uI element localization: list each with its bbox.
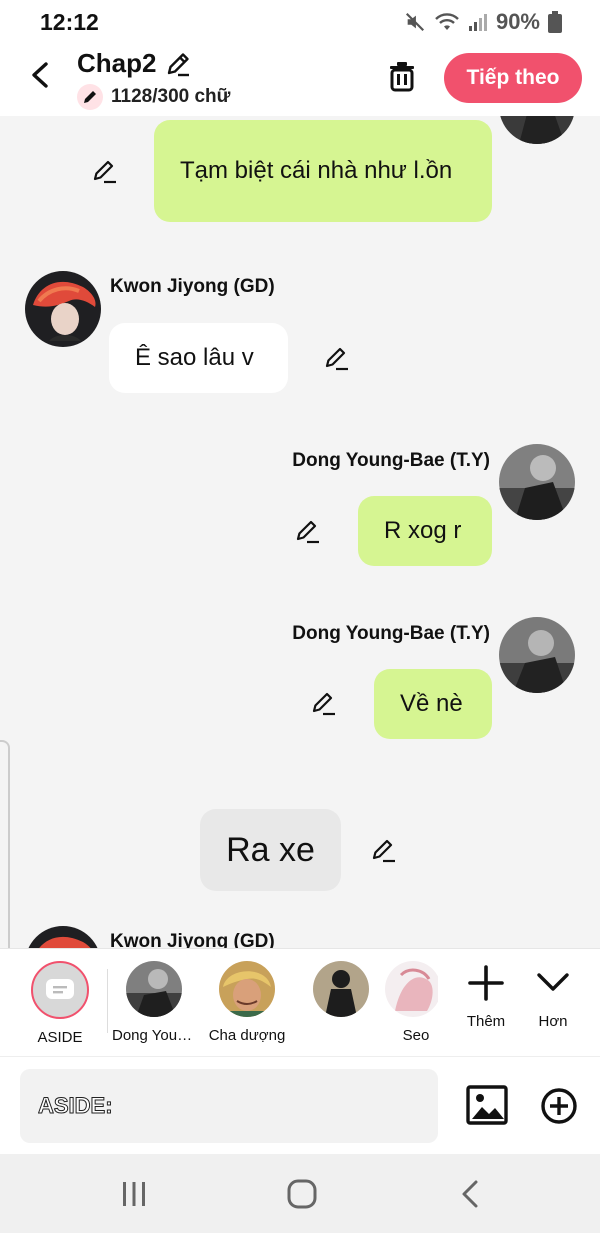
- back-button[interactable]: [22, 58, 56, 92]
- status-time: 12:12: [40, 8, 99, 35]
- compose-bar: [0, 1056, 600, 1154]
- add-character-button[interactable]: Thêm: [466, 961, 506, 1030]
- word-count-text: 1128/300 chữ: [111, 86, 231, 107]
- signal-icon: [468, 14, 487, 31]
- pencil-icon: [372, 839, 395, 863]
- avatar[interactable]: [499, 444, 575, 520]
- battery-percent: 90%: [495, 9, 540, 34]
- chapter-title-group[interactable]: Chap2: [77, 48, 192, 79]
- system-nav-bar: [0, 1154, 600, 1233]
- chevron-down-icon: [537, 973, 569, 991]
- pencil-badge-icon: [77, 84, 103, 110]
- character-avatar: [313, 961, 369, 1017]
- edit-message-button[interactable]: [295, 518, 321, 544]
- character-avatar: [385, 961, 438, 1017]
- plus-icon: [468, 965, 504, 1001]
- edit-message-button[interactable]: [324, 345, 350, 371]
- recent-apps-icon: [123, 1182, 145, 1206]
- character-dong-young-bae[interactable]: Dong Young-Bae (T.Y): [109, 961, 199, 1044]
- image-icon: [466, 1085, 508, 1125]
- sender-name: Kwon Jiyong (GD): [110, 276, 275, 297]
- back-chevron-icon: [462, 1180, 478, 1208]
- edit-title-icon[interactable]: [164, 50, 192, 78]
- sender-name: Dong Young-Bae (T.Y): [292, 623, 490, 644]
- home-icon: [287, 1179, 317, 1209]
- aside-avatar: [31, 961, 89, 1019]
- tool-label: Thêm: [466, 1013, 506, 1030]
- message-input[interactable]: [20, 1069, 438, 1143]
- character-label: ASIDE: [37, 1029, 83, 1046]
- battery-icon: [548, 11, 562, 33]
- divider: [107, 969, 108, 1033]
- home-button[interactable]: [282, 1176, 322, 1212]
- status-bar: 12:12 90%: [0, 0, 600, 44]
- collapse-button[interactable]: Hơn: [535, 961, 571, 1030]
- wifi-icon: [435, 13, 459, 30]
- character-picker: ASIDE Dong Young-Bae (T.Y) Cha dượng Seo…: [0, 948, 600, 1056]
- chat-area[interactable]: Tạm biệt cái nhà như l.ồn Kwon Jiyong (G…: [0, 116, 600, 948]
- message-text: R xog r: [384, 517, 462, 544]
- character-label: Cha dượng: [208, 1027, 286, 1044]
- character-avatar: [126, 961, 182, 1017]
- side-drawer-handle[interactable]: [0, 740, 10, 970]
- message-bubble[interactable]: Về nè: [374, 669, 492, 739]
- back-arrow-icon: [32, 62, 48, 88]
- character-seo[interactable]: Seo: [376, 961, 438, 1044]
- status-icons: 90%: [404, 9, 562, 35]
- add-options-button[interactable]: [540, 1087, 578, 1125]
- recent-apps-button[interactable]: [114, 1176, 154, 1212]
- mute-icon: [405, 12, 424, 32]
- pencil-icon: [312, 692, 335, 716]
- word-count: 1128/300 chữ: [77, 84, 230, 110]
- avatar[interactable]: [499, 116, 575, 144]
- message-bubble[interactable]: R xog r: [358, 496, 492, 566]
- message-bubble[interactable]: Ê sao lâu v: [109, 323, 288, 393]
- aside-bubble[interactable]: Ra xe: [200, 809, 341, 891]
- tool-label: Hơn: [538, 1013, 568, 1030]
- delete-button[interactable]: [386, 60, 418, 92]
- message-text: Ê sao lâu v: [135, 344, 254, 371]
- character-silhouette[interactable]: [296, 961, 386, 1027]
- edit-message-button[interactable]: [311, 690, 337, 716]
- pencil-icon: [93, 160, 116, 184]
- chapter-title: Chap2: [77, 48, 157, 78]
- chat-bubble-icon: [46, 979, 74, 999]
- edit-message-button[interactable]: [92, 158, 118, 184]
- editor-header: Chap2 1128/300 chữ Tiếp theo: [0, 44, 600, 116]
- plus-circle-icon: [541, 1088, 577, 1124]
- sender-name: Kwon Jiyong (GD): [110, 931, 275, 948]
- avatar[interactable]: [25, 926, 101, 948]
- avatar[interactable]: [499, 617, 575, 693]
- next-button[interactable]: Tiếp theo: [444, 53, 582, 103]
- message-text: Về nè: [400, 690, 463, 717]
- system-back-button[interactable]: [450, 1176, 490, 1212]
- character-label: Seo: [402, 1027, 430, 1044]
- character-cha-duong[interactable]: Cha dượng: [202, 961, 292, 1044]
- attach-image-button[interactable]: [466, 1085, 508, 1125]
- pencil-icon: [325, 347, 348, 371]
- avatar[interactable]: [25, 271, 101, 347]
- character-avatar: [219, 961, 275, 1017]
- edit-message-button[interactable]: [371, 837, 397, 863]
- character-label: Dong Young-Bae (T.Y): [112, 1027, 196, 1044]
- trash-icon: [390, 62, 414, 92]
- pencil-icon: [296, 520, 319, 544]
- character-aside[interactable]: ASIDE: [15, 961, 105, 1046]
- message-bubble[interactable]: Tạm biệt cái nhà như l.ồn: [154, 120, 492, 222]
- aside-text: Ra xe: [226, 831, 315, 869]
- sender-name: Dong Young-Bae (T.Y): [292, 450, 490, 471]
- message-text: Tạm biệt cái nhà như l.ồn: [180, 157, 453, 184]
